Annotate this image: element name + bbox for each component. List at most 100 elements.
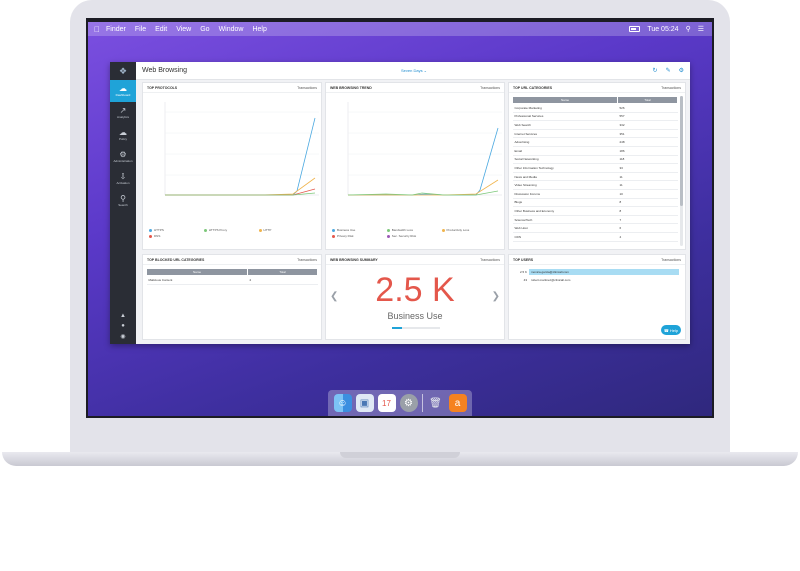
panel-metric-dropdown[interactable]: Transactions xyxy=(480,258,500,262)
table-row[interactable]: Blogs 8 xyxy=(512,198,678,208)
cell-total: 2 xyxy=(247,275,318,285)
table-row[interactable]: Internet Services 351 xyxy=(512,129,678,139)
panel-metric-dropdown[interactable]: Transactions xyxy=(661,86,681,90)
url-categories-body: Corporate Marketing 526 Professional Servi… xyxy=(512,103,678,242)
legend-item[interactable]: DNS xyxy=(149,234,204,238)
legend-swatch xyxy=(332,228,335,232)
nav-item-activation[interactable]: ⇩ Activation xyxy=(110,168,136,190)
table-row[interactable]: Advertising 248 xyxy=(512,137,678,147)
user-icon[interactable]: ◉ xyxy=(120,333,125,340)
cell-name: News and Media xyxy=(512,172,618,182)
settings-icon[interactable]: ⚙ xyxy=(679,67,684,74)
nav-label: Dashboard xyxy=(115,93,131,97)
table-row[interactable]: Professional Services 557 xyxy=(512,112,678,122)
table-row[interactable]: Email 186 xyxy=(512,146,678,156)
list-item[interactable]: 43 robert.martinez@clinicall.com xyxy=(511,276,683,284)
panel-top-users: TOP USERS Transactions 2.5 K monica.garc… xyxy=(508,254,686,340)
app-logo-icon: ❖ xyxy=(118,65,128,76)
table-row[interactable]: Corporate Marketing 526 xyxy=(512,103,678,113)
nav-item-search[interactable]: ⚲ Search xyxy=(110,190,136,212)
table-row[interactable]: Other Information Technology 33 xyxy=(512,163,678,173)
trend-legend: Business Use Bandwidth Loss Productivity… xyxy=(332,228,498,240)
legend-swatch xyxy=(149,234,152,238)
menu-go[interactable]: Go xyxy=(200,26,209,33)
scrollbar-thumb[interactable] xyxy=(680,96,683,206)
trash-icon[interactable]: 🗑 xyxy=(427,394,445,412)
help-button[interactable]: ☎ Help xyxy=(661,325,681,335)
avast-icon[interactable]: a xyxy=(448,394,467,412)
laptop-notch xyxy=(340,452,460,458)
table-row[interactable]: Video Streaming 11 xyxy=(512,180,678,190)
legend-item[interactable]: Bandwidth Loss xyxy=(386,228,442,232)
carousel-indicator[interactable] xyxy=(392,327,440,329)
calendar-icon[interactable]: 17 xyxy=(377,394,396,412)
menu-finder[interactable]: Finder xyxy=(106,26,126,33)
desktop:  Finder File Edit View Go Window Help T… xyxy=(88,22,712,416)
bell-icon[interactable]: ▲ xyxy=(120,313,126,319)
finder-icon[interactable]: ☺ xyxy=(333,394,352,412)
date-range-dropdown[interactable]: Seven Days ⌄ xyxy=(401,68,427,73)
apple-icon[interactable]:  xyxy=(88,25,106,34)
panel-metric-dropdown[interactable]: Transactions xyxy=(661,258,681,262)
legend-item[interactable]: HTTPS Proxy xyxy=(203,228,259,232)
pencil-icon[interactable]: ✎ xyxy=(666,67,671,74)
table-row[interactable]: Web Search 332 xyxy=(512,120,678,130)
table-row[interactable]: Web Host 6 xyxy=(512,223,678,233)
cell-name: Professional Services xyxy=(512,112,618,122)
spotlight-search-icon[interactable]: ⚲ xyxy=(686,25,691,33)
column-header-total[interactable]: Total xyxy=(617,96,678,104)
legend-label: DNS xyxy=(154,234,161,238)
panel-header: TOP USERS Transactions xyxy=(509,255,685,265)
column-header-name[interactable]: Name xyxy=(512,96,618,104)
legend-item[interactable]: Productivity Loss xyxy=(441,228,497,232)
nav-item-dashboard[interactable]: ☁ Dashboard xyxy=(110,80,136,102)
panel-metric-dropdown[interactable]: Transactions xyxy=(297,258,317,262)
table-row[interactable]: News and Media 11 xyxy=(512,172,678,182)
menu-help[interactable]: Help xyxy=(252,26,266,33)
help-circle-icon[interactable]: ● xyxy=(121,323,125,329)
system-preferences-icon[interactable]: ⚙ xyxy=(399,394,418,412)
legend-item[interactable]: Sec. Security Risk xyxy=(386,234,442,238)
table-row[interactable]: Social Networking 118 xyxy=(512,155,678,165)
nav-bottom: ▲ ● ◉ xyxy=(110,313,136,340)
chart-icon: ↗ xyxy=(119,106,127,115)
column-header-name[interactable]: Name xyxy=(146,268,248,276)
table-row[interactable]: Discussion Forums 10 xyxy=(512,189,678,199)
panel-metric-dropdown[interactable]: Transactions xyxy=(480,86,500,90)
legend-item[interactable]: HTTP xyxy=(258,228,314,232)
preview-icon[interactable]: ▣ xyxy=(355,394,374,412)
menu-view[interactable]: View xyxy=(176,26,191,33)
nav-item-administration[interactable]: ⚙ Administration xyxy=(110,146,136,168)
notification-center-icon[interactable]: ☰ xyxy=(698,25,704,33)
cell-name: Social Networking xyxy=(512,155,618,165)
menu-edit[interactable]: Edit xyxy=(155,26,167,33)
menu-file[interactable]: File xyxy=(135,26,146,33)
menu-bar:  Finder File Edit View Go Window Help T… xyxy=(88,22,712,36)
legend-swatch xyxy=(441,228,445,232)
cell-name: Web Host xyxy=(512,223,618,233)
panel-metric-dropdown[interactable]: Transactions xyxy=(297,86,317,90)
menu-clock[interactable]: Tue 05:24 xyxy=(647,26,678,33)
table-row[interactable]: Science/Tech 7 xyxy=(512,215,678,225)
cell-name: Blogs xyxy=(512,198,618,208)
cell-total: 11 xyxy=(617,172,678,182)
battery-icon[interactable] xyxy=(629,26,641,32)
table-row[interactable]: Other Business and Economy 8 xyxy=(512,206,678,216)
table-row[interactable]: Malicious Content 2 xyxy=(146,275,318,285)
legend-item[interactable]: HTTPS xyxy=(149,228,204,232)
nav-item-analytics[interactable]: ↗ Analytics xyxy=(110,102,136,124)
legend-label: Productivity Loss xyxy=(446,228,470,232)
cell-name: Web Search xyxy=(512,120,618,130)
column-header-total[interactable]: Total xyxy=(247,268,318,276)
menu-window[interactable]: Window xyxy=(219,26,244,33)
legend-label: Privacy Risk xyxy=(337,234,354,238)
list-item[interactable]: 2.5 K monica.garcia@clinicall.com xyxy=(511,268,683,276)
nav-item-policy[interactable]: ☁ Policy xyxy=(110,124,136,146)
legend-item[interactable]: Business Use xyxy=(332,228,387,232)
refresh-icon[interactable]: ↻ xyxy=(653,67,658,74)
table-row[interactable]: CDN 4 xyxy=(512,232,678,242)
cell-name: CDN xyxy=(512,232,618,242)
scrollbar[interactable] xyxy=(680,96,683,246)
cell-total: 8 xyxy=(617,198,678,208)
legend-item[interactable]: Privacy Risk xyxy=(332,234,387,238)
